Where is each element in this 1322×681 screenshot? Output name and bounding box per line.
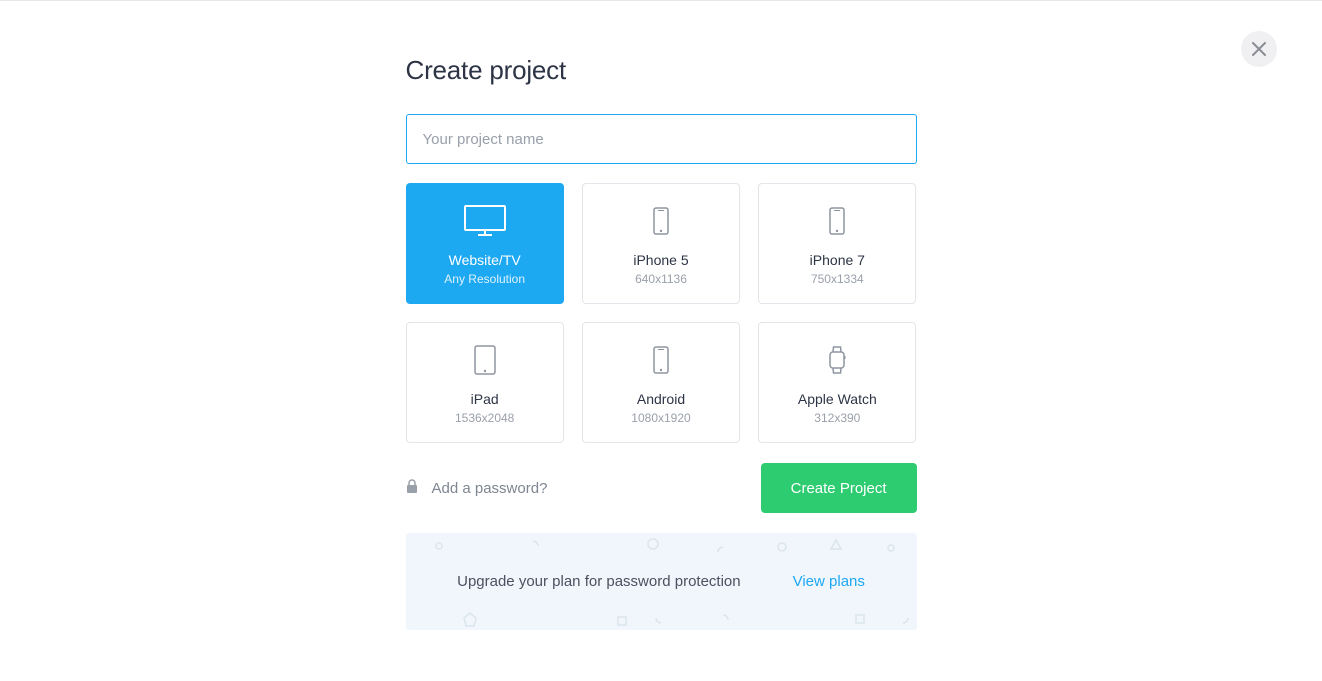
device-resolution: 1080x1920 [631, 411, 690, 425]
view-plans-link[interactable]: View plans [793, 573, 865, 590]
add-password-label: Add a password? [432, 480, 548, 497]
lock-icon [406, 479, 418, 498]
add-password-link[interactable]: Add a password? [406, 479, 548, 498]
device-label: Website/TV [449, 252, 521, 268]
device-card-ipad[interactable]: iPad 1536x2048 [406, 322, 564, 443]
upgrade-text: Upgrade your plan for password protectio… [457, 573, 741, 590]
create-project-dialog: Create project Website/TV Any Resolution [406, 1, 917, 630]
monitor-icon [464, 204, 506, 238]
device-card-iphone7[interactable]: iPhone 7 750x1334 [758, 183, 916, 304]
phone-icon [653, 204, 669, 238]
create-project-button[interactable]: Create Project [761, 463, 917, 513]
upgrade-banner: Upgrade your plan for password protectio… [406, 533, 917, 630]
device-label: iPad [471, 391, 499, 407]
device-card-website[interactable]: Website/TV Any Resolution [406, 183, 564, 304]
device-type-grid: Website/TV Any Resolution iPhone 5 640x1… [406, 183, 917, 443]
phone-icon [653, 343, 669, 377]
device-label: Apple Watch [798, 391, 877, 407]
device-card-applewatch[interactable]: Apple Watch 312x390 [758, 322, 916, 443]
close-button[interactable] [1241, 31, 1277, 67]
watch-icon [827, 343, 847, 377]
close-icon [1252, 42, 1266, 56]
device-resolution: 312x390 [814, 411, 860, 425]
project-name-input[interactable] [406, 114, 917, 164]
phone-icon [829, 204, 845, 238]
device-label: iPhone 7 [810, 252, 865, 268]
device-label: iPhone 5 [633, 252, 688, 268]
device-card-android[interactable]: Android 1080x1920 [582, 322, 740, 443]
device-card-iphone5[interactable]: iPhone 5 640x1136 [582, 183, 740, 304]
device-resolution: Any Resolution [444, 272, 525, 286]
tablet-icon [474, 343, 496, 377]
device-resolution: 640x1136 [635, 272, 687, 286]
device-resolution: 750x1334 [811, 272, 864, 286]
device-resolution: 1536x2048 [455, 411, 514, 425]
page-title: Create project [406, 55, 917, 86]
footer-row: Add a password? Create Project [406, 463, 917, 513]
device-label: Android [637, 391, 685, 407]
